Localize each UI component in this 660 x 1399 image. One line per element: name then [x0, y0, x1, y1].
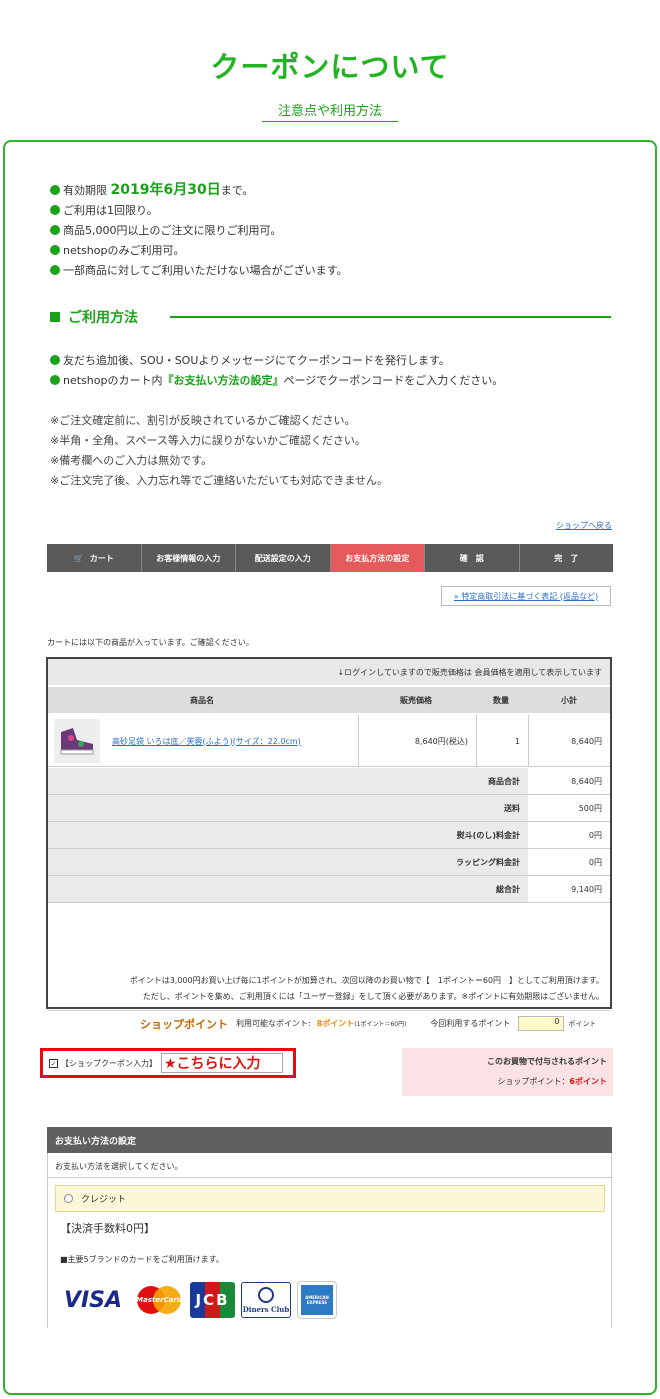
coupon-entry: ✓ 【ショップクーポン入力】 ★こちらに入力 [40, 1048, 296, 1078]
header-name: 商品名 [190, 696, 214, 705]
bullet-icon [50, 245, 60, 255]
payment-fee: 【決済手数料0円】 [60, 1222, 155, 1235]
bullet-icon [50, 225, 60, 235]
login-notice: ↓ログインしていますので販売価格は 会員価格を適用して表示しています [337, 668, 602, 677]
point-bar: ショップポイント 利用可能なポイント: 8ポイント (1ポイント＝60円) 今回… [48, 1010, 610, 1036]
credit-option[interactable]: クレジット [55, 1185, 605, 1212]
usage-note: ※半角・全角、スペース等入力に誤りがないかご確認ください。 [50, 434, 366, 447]
shop-back-link[interactable]: ショップへ戻る [556, 520, 612, 531]
summary-row-noshi: 熨斗(のし)料金計 0円 [48, 822, 610, 849]
use-points-label: 今回利用するポイント [430, 1019, 511, 1028]
terms-list: 有効期限 2019年6月30日まで。 ご利用は1回限り。 商品5,000円以上の… [50, 180, 610, 281]
usage-heading: ご利用方法 [50, 307, 138, 327]
step-customer-info: お客様情報の入力 [142, 544, 236, 572]
terms-item: 一部商品に対してご利用いただけない場合がございます。 [50, 261, 610, 281]
usage-note: ※備考欄へのご入力は無効です。 [50, 454, 213, 467]
payment-instruction: お支払い方法を選択してください。 [55, 1162, 183, 1171]
cart-icon: 🛒 [73, 553, 84, 563]
header-qty: 数量 [493, 696, 509, 705]
usage-note: ※ご注文完了後、入力忘れ等でご連絡いただいても対応できません。 [50, 474, 389, 487]
jcb-icon: JCB [190, 1282, 235, 1318]
amex-icon: AMERICAN EXPRESS [297, 1281, 337, 1319]
coupon-input[interactable]: ★こちらに入力 [161, 1053, 283, 1073]
use-points-input[interactable]: 0 [518, 1016, 565, 1031]
page-subtitle: 注意点や利用方法 [277, 104, 382, 119]
cart-intro: カートには以下の商品が入っています。ご確認ください。 [47, 638, 254, 647]
bullet-icon [50, 375, 60, 385]
earned-points-value: 6ポイント [569, 1077, 607, 1086]
summary-row-total: 総合計 9,140円 [48, 876, 610, 903]
bullet-icon [50, 355, 60, 365]
available-points: 8ポイント [316, 1019, 355, 1028]
usage-notes: ※ご注文確定前に、割引が反映されているかご確認ください。 ※半角・全角、スペース… [50, 411, 630, 491]
available-rate: (1ポイント＝60円) [354, 1021, 407, 1028]
bullet-icon [50, 185, 60, 195]
visa-icon: VISA [63, 1287, 123, 1313]
product-qty: 1 [476, 715, 526, 767]
validity-date: 2019年6月30日 [110, 182, 221, 198]
earned-points-title: このお買物で付与されるポイント [487, 1057, 607, 1066]
bullet-icon [50, 265, 60, 275]
header-subtotal: 小計 [561, 696, 577, 705]
bullet-icon [50, 205, 60, 215]
summary-row-items: 商品合計 8,640円 [48, 768, 610, 795]
mastercard-icon: MasterCard [133, 1282, 185, 1318]
earned-points-box: このお買物で付与されるポイント ショップポイント：6ポイント [402, 1048, 613, 1096]
available-label: 利用可能なポイント: [236, 1019, 311, 1028]
step-payment: お支払方法の設定 [330, 544, 425, 572]
card-brands-note: ■主要5ブランドのカードをご利用頂けます。 [60, 1255, 224, 1264]
usage-steps: 友だち追加後、SOU・SOUよりメッセージにてクーポンコードを発行します。 ne… [50, 351, 630, 391]
coupon-checkbox[interactable]: ✓ [49, 1058, 58, 1068]
usage-step: 友だち追加後、SOU・SOUよりメッセージにてクーポンコードを発行します。 [50, 351, 630, 371]
login-notice-row: ↓ログインしていますので販売価格は 会員価格を適用して表示しています [48, 659, 610, 686]
terms-item: ご利用は1回限り。 [50, 201, 610, 221]
payment-settings-ref: 『お支払い方法の設定』 [162, 374, 284, 387]
product-subtotal: 8,640円 [528, 715, 610, 767]
table-row: 高砂足袋 いろは底／芙蓉(ふよう)(サイズ：22.0cm) 8,640円(税込)… [48, 715, 610, 767]
earned-points-line: ショップポイント：6ポイント [497, 1077, 607, 1086]
product-name-link[interactable]: 高砂足袋 いろは底／芙蓉(ふよう)(サイズ：22.0cm) [112, 715, 301, 767]
legal-notice-link[interactable]: » 特定商取引法に基づく表記 (返品など) [441, 586, 611, 606]
header-price: 販売価格 [400, 696, 432, 705]
product-price: 8,640円(税込) [358, 715, 474, 767]
terms-item: netshopのみご利用可。 [50, 241, 610, 261]
step-shipping: 配送設定の入力 [236, 544, 331, 572]
page-root: クーポンについて 注意点や利用方法 有効期限 2019年6月30日まで。 ご利用… [0, 0, 660, 1399]
payment-heading: お支払い方法の設定 [47, 1127, 612, 1153]
usage-heading-rule [170, 316, 611, 318]
usage-step: netshopのカート内『お支払い方法の設定』ページでクーポンコードをご入力くだ… [50, 371, 630, 391]
use-points-unit: ポイント [568, 1019, 597, 1028]
point-note-1: ポイントは3,000円お買い上げ毎に1ポイントが加算され、次回以降のお買い物で【… [129, 976, 604, 985]
shoe-icon [60, 728, 94, 755]
square-icon [50, 312, 60, 322]
credit-radio[interactable] [64, 1194, 73, 1203]
usage-note: ※ご注文確定前に、割引が反映されているかご確認ください。 [50, 414, 356, 427]
cart-table: ↓ログインしていますので販売価格は 会員価格を適用して表示しています 商品名 販… [46, 657, 612, 1009]
shop-point-label: ショップポイント [140, 1017, 228, 1031]
checkout-steps: 🛒 カート お客様情報の入力 配送設定の入力 お支払方法の設定 確 認 完 了 [47, 544, 613, 572]
terms-item-validity: 有効期限 2019年6月30日まで。 [50, 180, 610, 201]
subtitle-underline [262, 121, 398, 122]
coupon-label: 【ショップクーポン入力】 [61, 1058, 157, 1068]
summary-row-wrapping: ラッピング料金計 0円 [48, 849, 610, 876]
step-complete: 完 了 [554, 553, 579, 563]
product-thumbnail [54, 719, 100, 763]
page-title: クーポンについて [210, 50, 450, 84]
step-confirm: 確 認 [425, 544, 520, 572]
point-note-2: ただし、ポイントを集め、ご利用頂くには「ユーザー登録」をして頂く必要があります。… [142, 992, 604, 1001]
divider [47, 1177, 612, 1178]
summary-row-shipping: 送料 500円 [48, 795, 610, 822]
table-header: 商品名 販売価格 数量 小計 [48, 687, 610, 714]
step-cart: 🛒 カート [47, 544, 142, 572]
terms-item: 商品5,000円以上のご注文に限りご利用可。 [50, 221, 610, 241]
diners-club-icon: Diners Club [241, 1282, 291, 1318]
